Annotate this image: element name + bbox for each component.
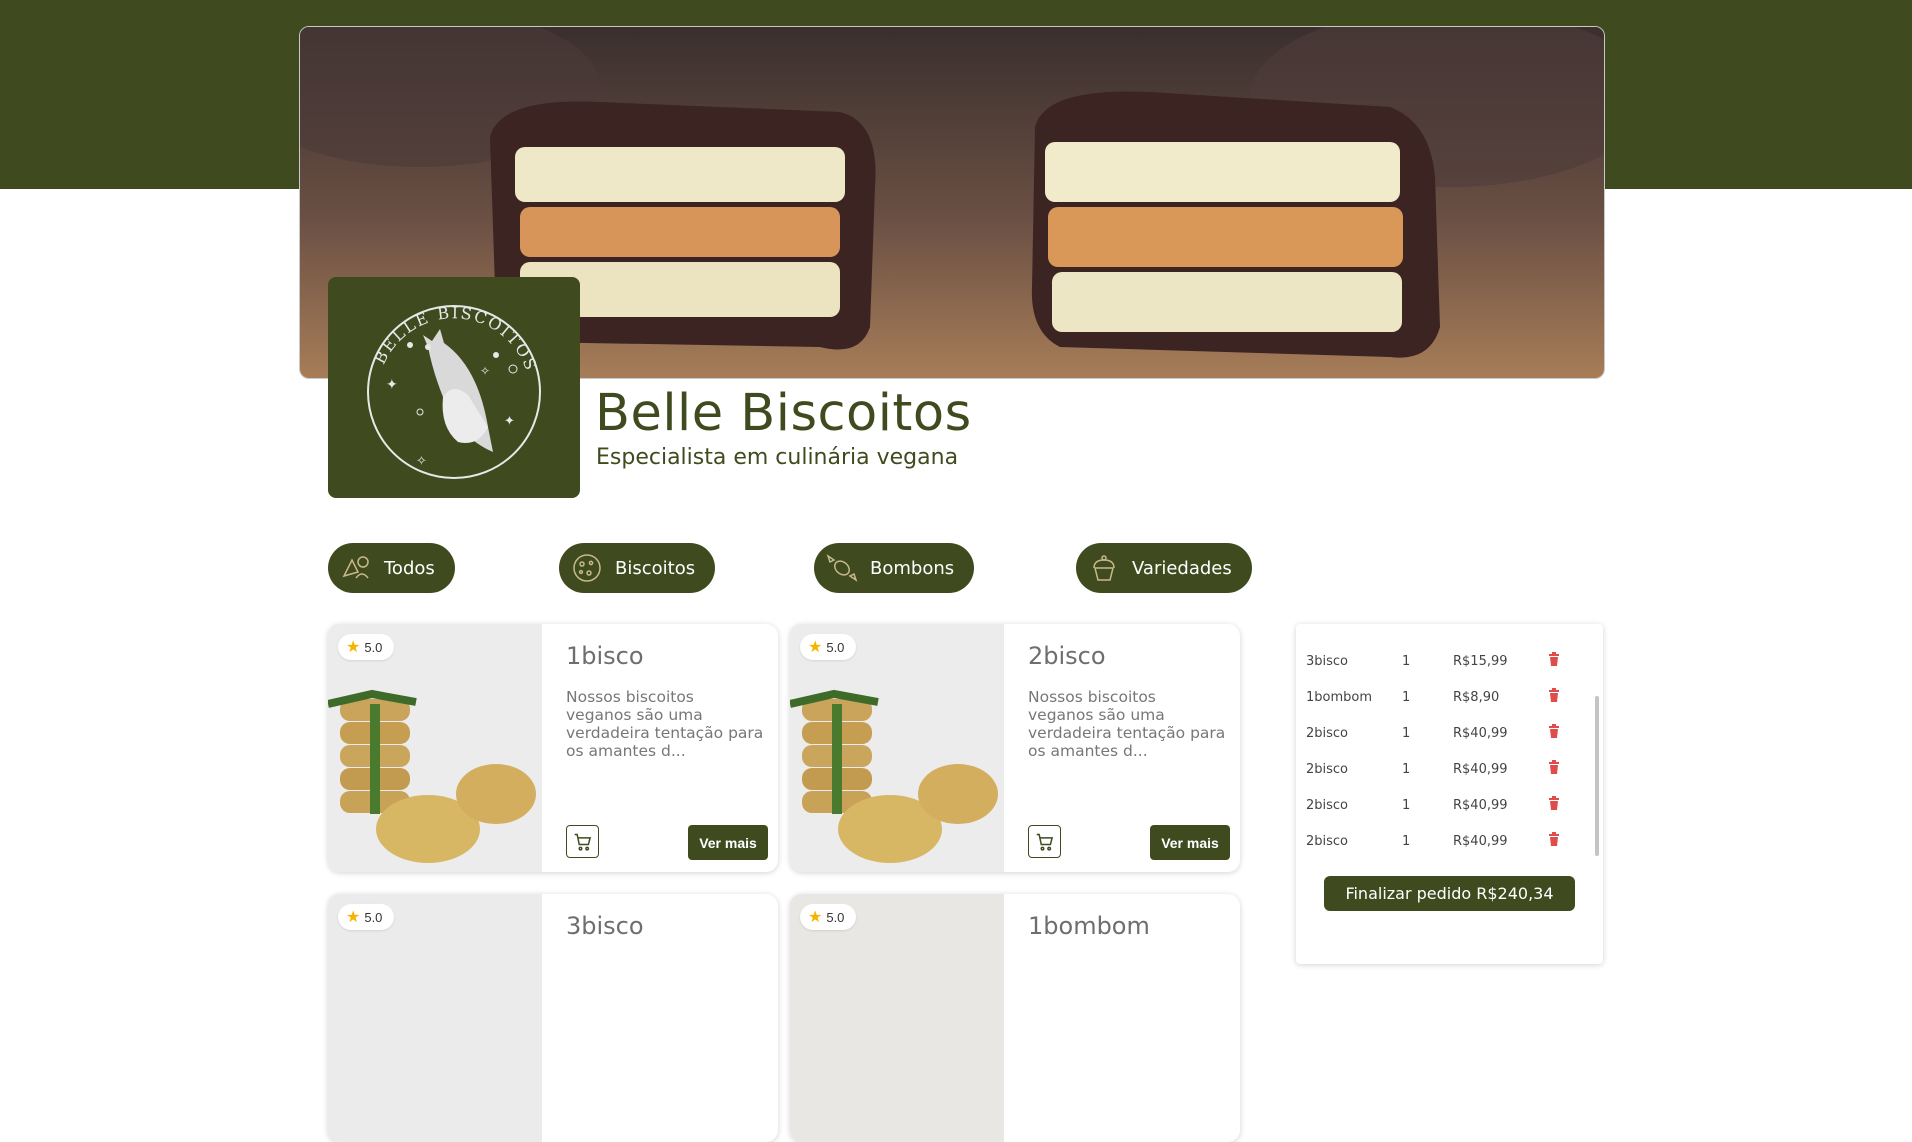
see-more-button[interactable]: Ver mais <box>688 825 768 860</box>
cart-item-name: 3bisco <box>1306 654 1349 669</box>
store-logo: BELLE BISCOITOS ✦ ✧ ✦ ✧ <box>328 277 580 498</box>
trash-icon[interactable] <box>1548 796 1560 814</box>
rating-badge: ★ 5.0 <box>800 904 857 930</box>
category-biscoitos[interactable]: Biscoitos <box>559 543 716 593</box>
cart-item: 1bombom 1 R$8,90 <box>1296 680 1586 716</box>
store-subtitle: Especialista em culinária vegana <box>596 445 959 470</box>
rating-value: 5.0 <box>364 639 383 655</box>
cart-item-name: 2bisco <box>1306 762 1349 777</box>
trash-icon[interactable] <box>1548 832 1560 850</box>
category-label: Todos <box>384 557 435 579</box>
svg-text:✧: ✧ <box>416 453 427 468</box>
cart-item-qty: 1 <box>1402 762 1411 777</box>
category-variedades[interactable]: Variedades <box>1076 543 1252 593</box>
star-icon: ★ <box>808 639 823 656</box>
cupcake-icon <box>1084 548 1124 588</box>
cart-item-price: R$15,99 <box>1453 654 1508 669</box>
svg-text:✧: ✧ <box>480 364 490 378</box>
trash-icon[interactable] <box>1548 724 1560 742</box>
trash-icon[interactable] <box>1548 688 1560 706</box>
cart-item: 2bisco 1 R$40,99 <box>1296 752 1586 788</box>
cart-item: 2bisco 1 R$40,99 <box>1296 788 1586 824</box>
product-description: Nossos biscoitos veganos são uma verdade… <box>566 688 764 760</box>
add-to-cart-button[interactable] <box>566 825 599 858</box>
rating-badge: ★ 5.0 <box>338 634 395 660</box>
cart-scrollbar[interactable] <box>1595 696 1599 856</box>
rating-value: 5.0 <box>826 639 845 655</box>
add-to-cart-button[interactable] <box>1028 825 1061 858</box>
cart-item: 2bisco 1 R$40,99 <box>1296 824 1586 860</box>
category-label: Biscoitos <box>615 557 696 579</box>
cart-item-name: 1bombom <box>1306 690 1373 705</box>
cart-item-qty: 1 <box>1402 726 1411 741</box>
product-image <box>328 624 542 872</box>
product-card: ★ 5.0 1bombom <box>790 894 1240 1142</box>
cart-item-price: R$40,99 <box>1453 762 1508 777</box>
cart-item-qty: 1 <box>1402 834 1411 849</box>
category-label: Variedades <box>1132 557 1232 579</box>
cart-item-price: R$40,99 <box>1453 834 1508 849</box>
cart-item-price: R$40,99 <box>1453 798 1508 813</box>
store-name: Belle Biscoitos <box>595 384 972 443</box>
product-card: ★ 5.0 3bisco <box>328 894 778 1142</box>
cookie-icon <box>567 548 607 588</box>
product-image <box>790 624 1004 872</box>
cart-item-name: 2bisco <box>1306 834 1349 849</box>
cart-icon <box>574 833 591 851</box>
cart-icon <box>1036 833 1053 851</box>
cart-item-name: 2bisco <box>1306 726 1349 741</box>
product-image <box>790 894 1004 1142</box>
cart-item-qty: 1 <box>1402 654 1411 669</box>
cart-item: 2bisco 1 R$40,99 <box>1296 716 1586 752</box>
cart-item-price: R$8,90 <box>1453 690 1500 705</box>
star-icon: ★ <box>808 909 823 926</box>
rating-value: 5.0 <box>364 909 383 925</box>
product-name: 1bisco <box>566 642 644 670</box>
product-name: 1bombom <box>1028 912 1150 940</box>
product-description: Nossos biscoitos veganos são uma verdade… <box>1028 688 1226 760</box>
product-name: 2bisco <box>1028 642 1106 670</box>
category-bombons[interactable]: Bombons <box>814 543 975 593</box>
product-name: 3bisco <box>566 912 644 940</box>
cart-item: 3bisco 1 R$15,99 <box>1296 644 1586 680</box>
svg-text:✦: ✦ <box>504 413 515 428</box>
cart-item-name: 2bisco <box>1306 798 1349 813</box>
product-card: ★ 5.0 1bisco Nossos biscoitos veganos sã… <box>328 624 778 872</box>
assorted-treats-icon <box>336 548 376 588</box>
rating-badge: ★ 5.0 <box>800 634 857 660</box>
category-label: Bombons <box>870 557 955 579</box>
candy-icon <box>822 548 862 588</box>
product-image <box>328 894 542 1142</box>
trash-icon[interactable] <box>1548 760 1560 778</box>
cart-item-qty: 1 <box>1402 690 1411 705</box>
cart-panel[interactable]: 3bisco 1 R$15,99 1bombom 1 R$8,90 2bisco… <box>1296 624 1603 964</box>
cart-item-price: R$40,99 <box>1453 726 1508 741</box>
trash-icon[interactable] <box>1548 652 1560 670</box>
checkout-button[interactable]: Finalizar pedido R$240,34 <box>1324 876 1575 911</box>
rating-badge: ★ 5.0 <box>338 904 395 930</box>
category-todos[interactable]: Todos <box>328 543 455 593</box>
star-icon: ★ <box>346 639 361 656</box>
rating-value: 5.0 <box>826 909 845 925</box>
star-icon: ★ <box>346 909 361 926</box>
cart-item-qty: 1 <box>1402 798 1411 813</box>
see-more-button[interactable]: Ver mais <box>1150 825 1230 860</box>
svg-text:✦: ✦ <box>386 376 398 392</box>
product-card: ★ 5.0 2bisco Nossos biscoitos veganos sã… <box>790 624 1240 872</box>
